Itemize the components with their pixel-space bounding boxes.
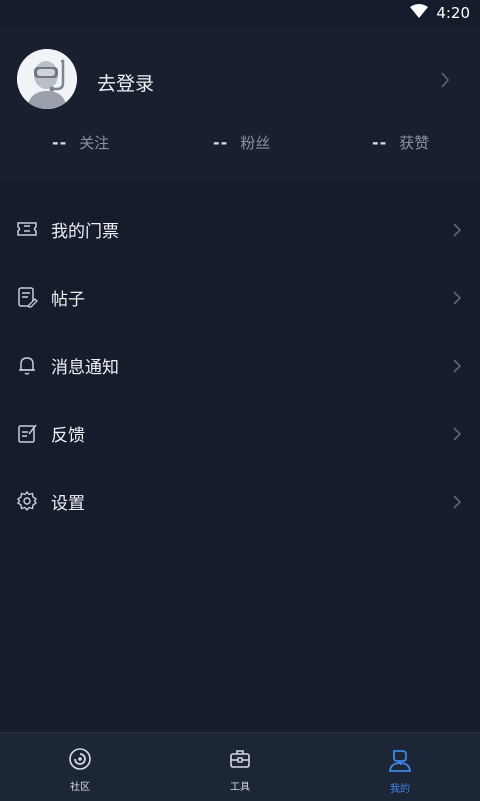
toolbox-icon <box>228 747 252 775</box>
menu-item-notifications[interactable]: 消息通知 <box>0 332 480 400</box>
bell-icon <box>16 354 38 376</box>
chevron-right-icon <box>452 494 462 514</box>
stat-likes[interactable]: -- 获赞 <box>372 132 429 153</box>
feedback-icon <box>16 422 38 444</box>
bottom-tab-bar: 社区 工具 我的 <box>0 732 480 801</box>
stat-following[interactable]: -- 关注 <box>52 132 109 153</box>
gear-icon <box>16 490 38 512</box>
menu-item-posts[interactable]: 帖子 <box>0 264 480 332</box>
tab-label: 工具 <box>230 782 250 793</box>
tab-tools[interactable]: 工具 <box>160 733 320 801</box>
post-icon <box>16 286 38 308</box>
wifi-icon <box>410 4 429 22</box>
status-time: 4:20 <box>436 4 470 22</box>
menu-item-tickets[interactable]: 我的门票 <box>0 196 480 264</box>
stat-value: -- <box>52 133 68 152</box>
menu-item-label: 设置 <box>51 494 85 514</box>
tab-mine[interactable]: 我的 <box>320 733 480 801</box>
status-bar: 4:20 <box>0 0 480 26</box>
menu-item-label: 我的门票 <box>51 222 119 242</box>
tab-community[interactable]: 社区 <box>0 733 160 801</box>
stat-value: -- <box>213 133 229 152</box>
stat-value: -- <box>372 133 388 152</box>
chevron-right-icon <box>452 290 462 310</box>
ticket-icon <box>16 218 38 240</box>
profile-header: 去登录 -- 关注 -- 粉丝 -- 获赞 <box>0 26 480 181</box>
chevron-right-icon <box>452 426 462 446</box>
tab-label: 社区 <box>70 782 90 793</box>
chevron-right-icon[interactable] <box>440 71 450 93</box>
tab-label: 我的 <box>390 784 410 795</box>
menu-item-label: 反馈 <box>51 426 85 446</box>
login-link[interactable]: 去登录 <box>97 69 154 96</box>
community-icon <box>68 747 92 775</box>
stat-label: 粉丝 <box>240 134 271 152</box>
chevron-right-icon <box>452 358 462 378</box>
stat-label: 关注 <box>79 134 110 152</box>
profile-icon <box>387 747 413 777</box>
settings-menu: 我的门票 帖子 消息通知 反馈 设置 <box>0 196 480 536</box>
profile-stats: -- 关注 -- 粉丝 -- 获赞 <box>0 132 480 162</box>
menu-item-settings[interactable]: 设置 <box>0 468 480 536</box>
diver-avatar-icon[interactable] <box>17 49 77 109</box>
menu-item-feedback[interactable]: 反馈 <box>0 400 480 468</box>
menu-item-label: 帖子 <box>51 290 85 310</box>
stat-followers[interactable]: -- 粉丝 <box>213 132 270 153</box>
stat-label: 获赞 <box>399 134 430 152</box>
chevron-right-icon <box>452 222 462 242</box>
menu-item-label: 消息通知 <box>51 358 119 378</box>
